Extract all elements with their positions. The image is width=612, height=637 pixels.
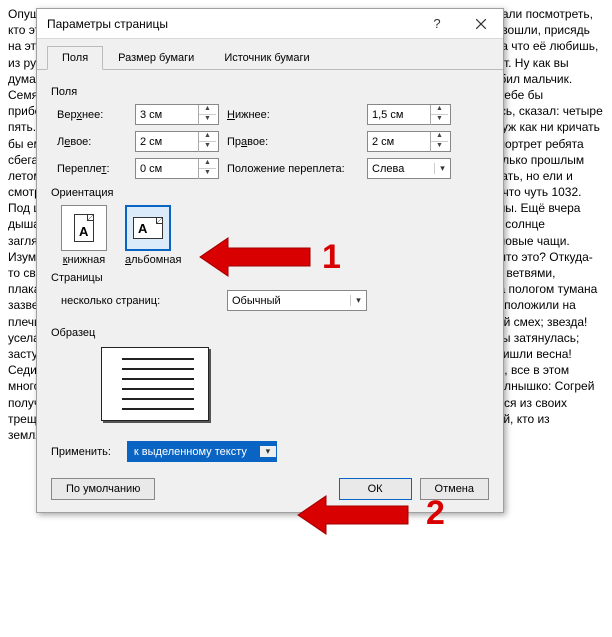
preview-area	[101, 347, 489, 421]
combo-multi-pages[interactable]: Обычный ▾	[227, 290, 367, 311]
close-button[interactable]	[459, 9, 503, 39]
spin-down-icon[interactable]: ▼	[199, 115, 216, 125]
preview-page-icon	[101, 347, 209, 421]
tabs: Поля Размер бумаги Источник бумаги	[37, 39, 503, 70]
close-icon	[476, 19, 486, 29]
chevron-down-icon: ▾	[260, 446, 276, 457]
combo-apply[interactable]: к выделенному тексту ▾	[127, 441, 277, 462]
label-multi-pages: несколько страниц:	[61, 295, 211, 307]
annotation-number-1: 1	[322, 238, 341, 277]
titlebar: Параметры страницы ?	[37, 9, 503, 39]
spin-up-icon[interactable]: ▲	[199, 105, 216, 115]
label-left: Левое:	[57, 136, 135, 148]
orientation-portrait-label: книжная	[61, 254, 107, 266]
chevron-down-icon: ▾	[350, 295, 366, 306]
combo-gutter-pos[interactable]: Слева ▾	[367, 158, 451, 179]
tab-paper-size[interactable]: Размер бумаги	[103, 46, 209, 70]
input-gutter[interactable]	[136, 161, 198, 177]
spin-top[interactable]: ▲▼	[135, 104, 219, 125]
input-top[interactable]	[136, 107, 198, 123]
spin-left[interactable]: ▲▼	[135, 131, 219, 152]
orientation-portrait[interactable]: A книжная	[61, 205, 107, 266]
group-orientation: Ориентация	[51, 187, 489, 199]
ok-button[interactable]: ОК	[339, 478, 412, 500]
input-bottom[interactable]	[368, 107, 430, 123]
combo-gutter-pos-value: Слева	[368, 161, 434, 177]
orientation-landscape-label: альбомная	[125, 254, 181, 266]
spin-bottom[interactable]: ▲▼	[367, 104, 451, 125]
label-bottom: Нижнее:	[227, 109, 367, 121]
combo-apply-value: к выделенному тексту	[128, 444, 260, 460]
orientation-landscape[interactable]: A альбомная	[125, 205, 181, 266]
group-pages: Страницы	[51, 272, 489, 284]
label-right: Правое:	[227, 136, 367, 148]
spin-right[interactable]: ▲▼	[367, 131, 451, 152]
tab-paper-source[interactable]: Источник бумаги	[209, 46, 324, 70]
label-top: Верхнее:	[57, 109, 135, 121]
label-apply: Применить:	[51, 446, 111, 458]
landscape-icon: A	[133, 217, 163, 239]
spin-gutter[interactable]: ▲▼	[135, 158, 219, 179]
chevron-down-icon: ▾	[434, 163, 450, 174]
portrait-icon: A	[74, 214, 94, 242]
group-fields: Поля	[51, 86, 489, 98]
input-right[interactable]	[368, 134, 430, 150]
label-gutter: Переплет:	[57, 163, 135, 175]
label-gutter-pos: Положение переплета:	[227, 163, 367, 175]
default-button[interactable]: По умолчанию	[51, 478, 155, 500]
combo-multi-pages-value: Обычный	[228, 293, 350, 309]
page-setup-dialog: Параметры страницы ? Поля Размер бумаги …	[36, 8, 504, 513]
dialog-title: Параметры страницы	[47, 17, 415, 31]
help-button[interactable]: ?	[415, 9, 459, 39]
group-sample: Образец	[51, 327, 489, 339]
input-left[interactable]	[136, 134, 198, 150]
annotation-number-2: 2	[426, 494, 445, 533]
tab-fields[interactable]: Поля	[47, 46, 103, 70]
dialog-body: Поля Верхнее: ▲▼ Нижнее: ▲▼ Левое: ▲▼ Пр…	[37, 70, 503, 512]
